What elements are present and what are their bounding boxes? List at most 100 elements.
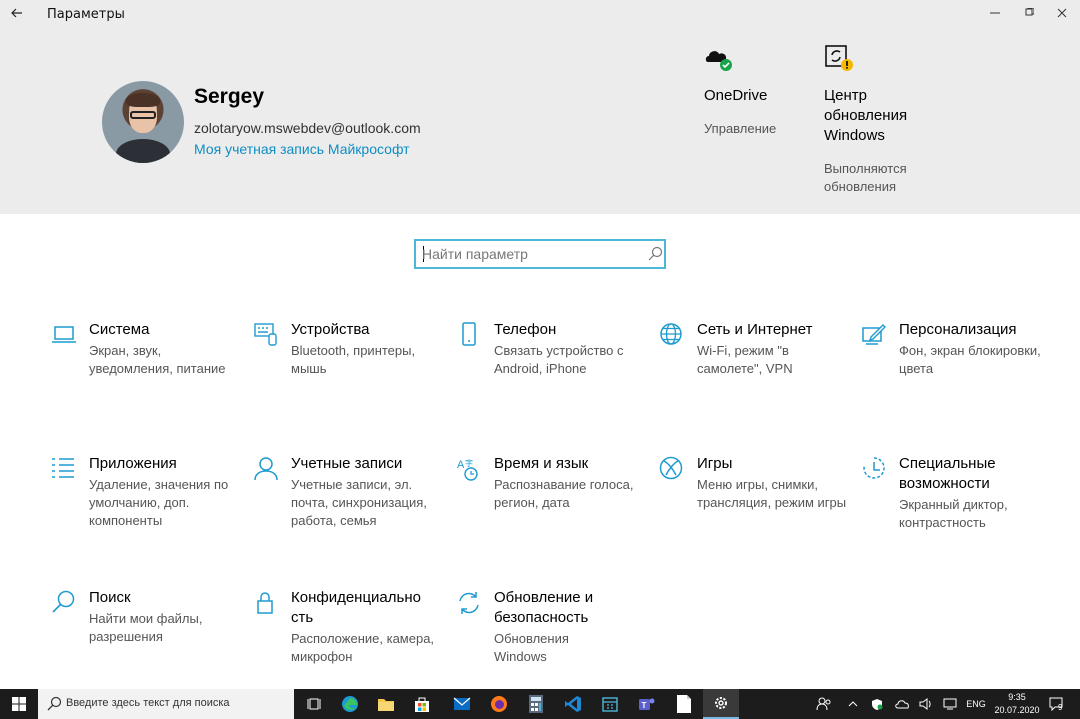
store-icon [415,697,429,712]
volume-button[interactable] [916,689,936,719]
category-update-security[interactable]: Обновление и безопасность Обновления Win… [456,588,646,668]
category-system[interactable]: Система Экран, звук, уведомления, питани… [51,320,241,400]
taskbar-app-edge[interactable] [332,689,368,719]
category-description: Связать устройство с Android, iPhone [494,343,624,376]
maximize-button[interactable] [1011,0,1047,26]
clock-date: 20.07.2020 [994,705,1040,715]
category-title: Устройства [291,321,370,338]
clock-time: 9:35 [1008,692,1026,702]
avatar [102,81,184,163]
category-personalization[interactable]: Персонализация Фон, экран блокировки, цв… [861,320,1051,380]
mail-icon [453,697,471,710]
pen-tablet-icon [862,324,886,345]
category-title: Сеть и Интернет [697,321,813,338]
settings-search-box[interactable] [414,239,666,269]
category-gaming[interactable]: Игры Меню игры, снимки, трансляция, режи… [659,454,849,549]
firefox-icon [491,696,507,712]
taskbar-app-notepad[interactable] [666,689,702,719]
xbox-icon [659,456,683,480]
window-title: Параметры [47,7,125,22]
category-phone[interactable]: Телефон Связать устройство с Android, iP… [456,320,646,380]
category-network[interactable]: Сеть и Интернет Wi-Fi, режим "в самолете… [659,320,849,380]
category-description: Меню игры, снимки, трансляция, режим игр… [697,477,847,510]
category-title: Система [89,321,150,338]
action-center-button[interactable]: 9 [1046,689,1068,719]
category-description: Найти мои файлы, разрешения [89,611,203,644]
close-button[interactable] [1044,0,1080,26]
taskbar-app-vscode[interactable] [555,689,591,719]
phone-icon [462,322,476,346]
category-apps[interactable]: Приложения Удаление, значения по умолчан… [51,454,241,534]
time-language-icon: A字 [457,458,478,481]
category-privacy[interactable]: Конфиденциальность Расположение, камера,… [253,588,443,668]
category-title: Поиск [89,589,131,606]
category-description: Фон, экран блокировки, цвета [899,343,1041,376]
calculator-icon [529,695,543,713]
task-view-button[interactable] [296,689,332,719]
taskbar-app-settings[interactable] [703,689,739,719]
onedrive-tray-button[interactable] [892,689,912,719]
windows-logo-icon [12,697,26,711]
laptop-icon [52,326,76,343]
back-button[interactable] [0,0,34,26]
people-icon [816,697,831,711]
keyboard-device-icon [254,323,277,346]
minimize-icon [990,12,1000,14]
taskbar-app-firefox[interactable] [481,689,517,719]
category-title: Персонализация [899,321,1017,338]
category-description: Bluetooth, принтеры, мышь [291,343,416,376]
category-time-language[interactable]: A字 Время и язык Распознавание голоса, ре… [456,454,646,514]
category-ease-of-access[interactable]: Специальные возможности Экранный диктор,… [861,454,1051,534]
sync-icon [459,592,479,614]
onedrive-subtitle: Управление [704,121,777,136]
search-icon [648,246,663,261]
chevron-up-icon [848,701,858,707]
taskbar-app-calendar[interactable] [592,689,628,719]
category-description: Wi-Fi, режим "в самолете", VPN [697,343,793,376]
minimize-button[interactable] [977,0,1013,26]
start-button[interactable] [0,689,38,719]
microsoft-account-link[interactable]: Моя учетная запись Майкрософт [194,141,410,157]
category-accounts[interactable]: Учетные записи Учетные записи, эл. почта… [253,454,443,549]
back-arrow-icon [11,8,22,18]
onedrive-tile[interactable]: OneDrive Управление [704,44,814,154]
tray-overflow-button[interactable] [844,689,862,719]
taskbar-app-calculator[interactable] [518,689,554,719]
category-title: Конфиденциальность [291,589,421,626]
category-title: Специальные возможности [899,455,996,492]
category-description: Распознавание голоса, регион, дата [494,477,634,510]
windows-update-tile[interactable]: Центр обновления Windows Выполняются обн… [824,44,924,214]
taskbar-app-store[interactable] [404,689,440,719]
category-search[interactable]: Поиск Найти мои файлы, разрешения [51,588,241,648]
teams-icon: T [639,698,655,710]
people-button[interactable] [812,689,836,719]
maximize-icon [1025,8,1034,16]
taskbar-app-mail[interactable] [444,689,480,719]
category-devices[interactable]: Устройства Bluetooth, принтеры, мышь [253,320,443,380]
network-icon [943,698,957,710]
svg-text:A: A [457,459,465,471]
taskbar-search-box[interactable]: Введите здесь текст для поиска [38,689,294,719]
lock-icon [257,592,273,614]
network-button[interactable] [940,689,960,719]
category-description: Обновления Windows [494,631,569,664]
input-language-button[interactable]: ENG [962,689,990,719]
cloud-icon [895,700,909,709]
file-explorer-icon [378,699,394,711]
edge-icon [342,696,358,712]
calendar-icon [602,697,618,712]
user-email: zolotaryow.mswebdev@outlook.com [194,120,421,136]
taskbar-app-explorer[interactable] [368,689,404,719]
notification-icon [1049,697,1063,711]
category-description: Удаление, значения по умолчанию, доп. ко… [89,477,229,528]
windows-update-subtitle: Выполняются обновления [824,161,907,194]
taskbar-clock[interactable]: 9:35 20.07.2020 [994,691,1040,717]
settings-search-input[interactable] [422,244,642,264]
speaker-icon [919,698,931,710]
category-title: Игры [697,455,733,472]
category-title: Телефон [494,321,557,338]
defender-tray-button[interactable] [868,689,886,719]
taskbar-app-teams[interactable]: T [629,689,665,719]
taskbar: Введите здесь текст для поиска T ENG 9:3… [0,689,1080,719]
svg-text:T: T [642,701,647,710]
